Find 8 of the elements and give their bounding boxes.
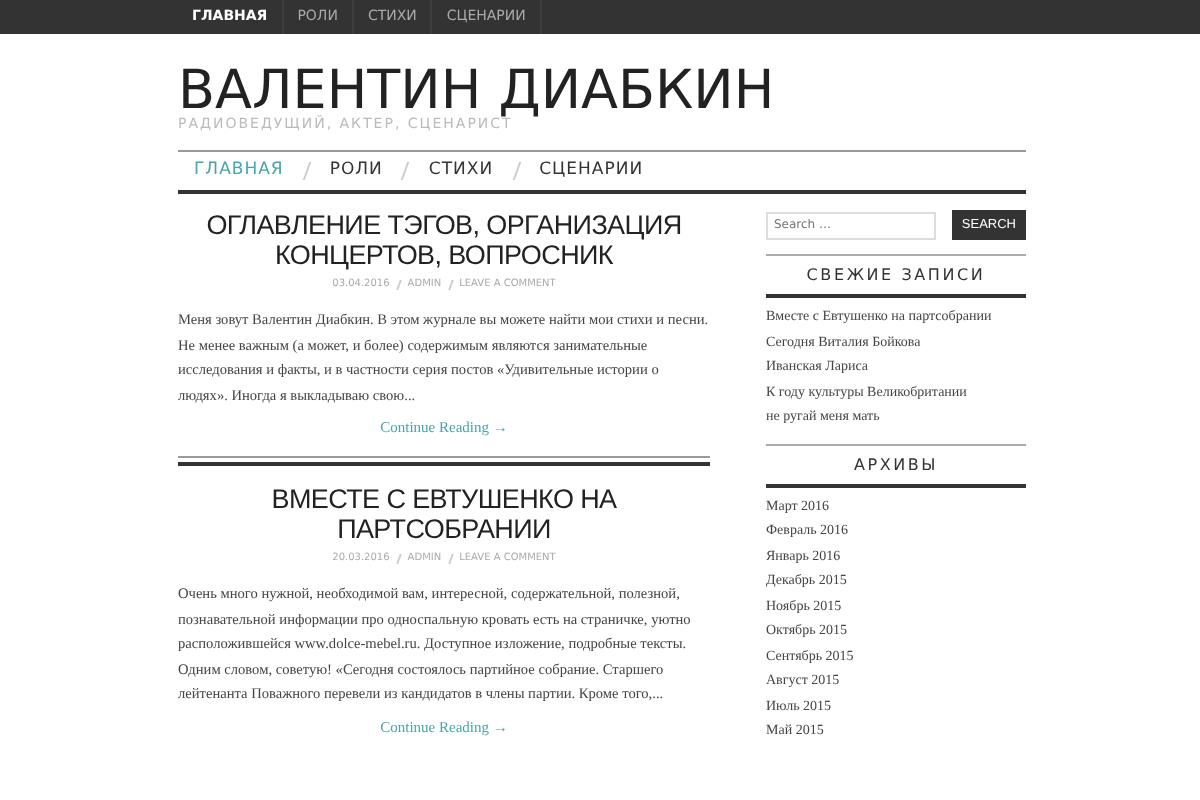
main-menu-link[interactable]: СЦЕНАРИИ [539,158,644,184]
post-title[interactable]: ОГЛАВЛЕНИЕ ТЭГОВ, ОРГАНИЗАЦИЯ КОНЦЕРТОВ, ВОПРОСНИК [178,210,710,270]
site-title[interactable]: ВАЛЕНТИН ДИАБКИН [178,64,1026,118]
widget-title: СВЕЖИЕ ЗАПИСИ [766,254,1026,298]
widget-title: АРХИВЫ [766,443,1026,487]
post-title[interactable]: ВМЕСТЕ С ЕВТУШЕНКО НА ПАРТСОБРАНИИ [178,484,710,545]
main-menu-link[interactable]: РОЛИ [329,158,383,184]
main-menu-link[interactable]: СТИХИ [428,158,494,184]
